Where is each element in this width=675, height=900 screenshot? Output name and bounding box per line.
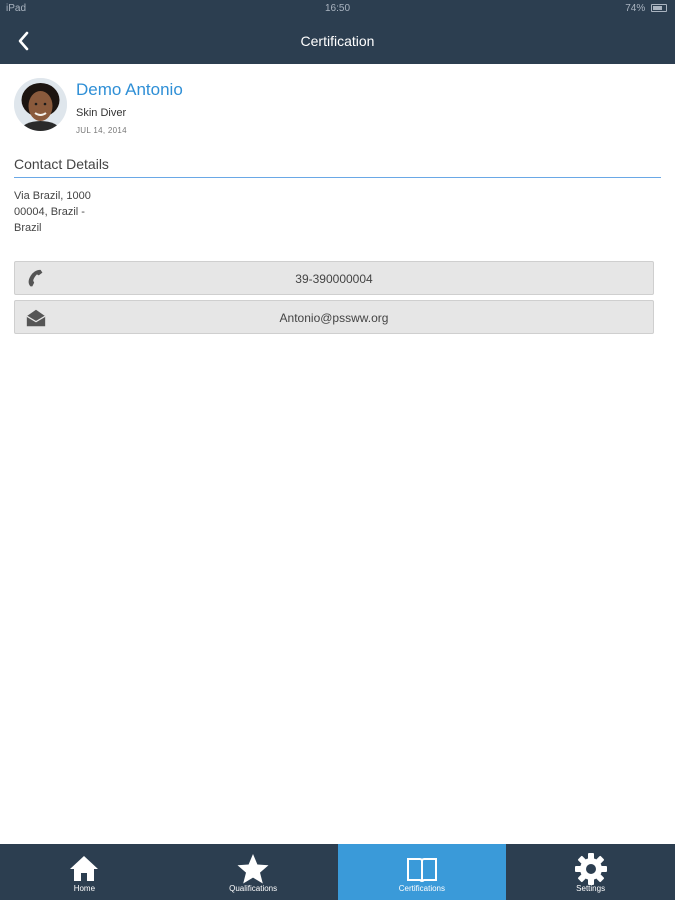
phone-number: 39-390000004 [295,272,373,286]
profile-name: Demo Antonio [76,80,183,99]
tab-label: Qualifications [229,884,278,893]
gear-icon [574,853,607,885]
email-button[interactable]: Antonio@pssww.org [14,300,654,334]
battery-indicator: 74% [625,3,667,14]
tab-bar: Home Qualifications Certifications Setti… [0,844,675,900]
status-time: 16:50 [324,3,351,14]
tab-settings[interactable]: Settings [506,844,675,900]
profile-role: Skin Diver [76,107,127,119]
battery-icon [651,4,667,13]
home-icon [70,856,99,881]
book-icon [406,858,437,882]
nav-bar: Certification [0,18,675,64]
battery-percent: 74% [625,3,646,14]
address: Via Brazil, 1000 00004, Brazil - Brazil [14,188,91,236]
tab-label: Certifications [398,884,445,893]
address-line: Via Brazil, 1000 [14,190,91,202]
tab-label: Settings [576,884,606,893]
profile-date: JUL 14, 2014 [76,126,127,135]
phone-button[interactable]: 39-390000004 [14,261,654,295]
star-icon [237,854,269,884]
tab-label: Home [73,884,96,893]
address-line: 00004, Brazil - [14,206,85,218]
tab-certifications[interactable]: Certifications [337,844,507,900]
status-bar: iPad 16:50 74% [0,0,675,18]
address-line: Brazil [14,222,42,234]
tab-qualifications[interactable]: Qualifications [169,844,338,900]
section-title-contact: Contact Details [14,156,661,178]
tab-home[interactable]: Home [0,844,169,900]
page-title: Certification [300,33,375,49]
avatar [14,78,67,131]
email-address: Antonio@pssww.org [279,311,389,325]
